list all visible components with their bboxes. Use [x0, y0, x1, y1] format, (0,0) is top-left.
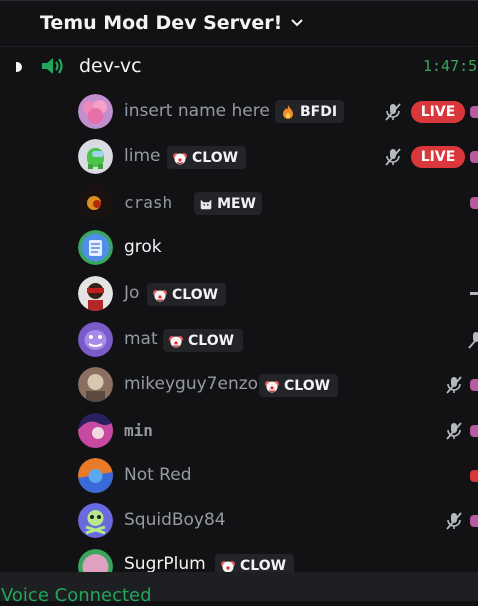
- tag-label: MEW: [217, 195, 256, 212]
- server-header[interactable]: Temu Mod Dev Server!: [0, 0, 478, 46]
- user-name: SquidBoy84: [124, 510, 226, 530]
- cut-off-icon: [470, 470, 478, 482]
- user-tag: MEW: [194, 192, 262, 215]
- cat-icon: [200, 199, 212, 209]
- voice-user[interactable]: mikeyguy7enzo CLOW: [0, 365, 478, 405]
- user-name: mat: [124, 329, 158, 349]
- voice-timer: 1:47:5: [423, 57, 478, 75]
- tag-label: BFDI: [300, 103, 338, 120]
- muted-mic-icon: [385, 103, 401, 121]
- voice-user[interactable]: SugrPlum CLOW: [0, 547, 478, 572]
- cut-off-icon: [470, 292, 478, 295]
- unread-indicator: [16, 62, 22, 72]
- voice-user[interactable]: insert name here BFDI LIVE: [0, 92, 478, 132]
- voice-user[interactable]: mat CLOW: [0, 320, 478, 360]
- cut-off-icon: [470, 425, 478, 437]
- voice-user[interactable]: grok: [0, 228, 478, 268]
- user-tag: CLOW: [147, 283, 226, 306]
- muted-mic-icon: [468, 332, 478, 349]
- clown-icon: [169, 335, 183, 347]
- cut-off-icon: [470, 197, 478, 209]
- user-name: crash: [124, 193, 173, 212]
- avatar: [78, 139, 113, 174]
- cut-off-icon: [470, 106, 478, 118]
- avatar: [78, 322, 113, 357]
- tag-label: CLOW: [172, 286, 219, 303]
- user-name: Not Red: [124, 465, 192, 485]
- avatar: [78, 94, 113, 129]
- user-name: Jo: [124, 283, 140, 303]
- avatar: [78, 549, 113, 572]
- user-name: insert name here: [124, 101, 270, 121]
- header-divider: [0, 46, 478, 47]
- user-name: lime: [124, 146, 161, 166]
- avatar: [78, 413, 113, 448]
- avatar: [78, 367, 113, 402]
- chevron-down-icon[interactable]: [290, 16, 304, 30]
- clown-icon: [173, 152, 187, 164]
- muted-mic-icon: [446, 422, 462, 440]
- cut-off-icon: [470, 379, 478, 391]
- avatar: [78, 230, 113, 265]
- cut-off-icon: [470, 151, 478, 163]
- user-name: min: [124, 421, 153, 440]
- tag-label: CLOW: [188, 332, 235, 349]
- server-name[interactable]: Temu Mod Dev Server!: [40, 12, 282, 34]
- live-badge: LIVE: [411, 101, 465, 123]
- avatar: [78, 276, 113, 311]
- speaker-icon: [42, 58, 63, 74]
- clown-icon: [221, 560, 235, 572]
- user-tag: CLOW: [167, 146, 246, 169]
- voice-connected-label[interactable]: Voice Connected: [1, 585, 152, 606]
- fire-icon: [283, 104, 293, 119]
- clown-icon: [153, 289, 167, 301]
- user-tag: BFDI: [275, 100, 344, 123]
- live-badge: LIVE: [411, 146, 465, 168]
- voice-user[interactable]: Jo CLOW: [0, 274, 478, 314]
- clown-icon: [265, 380, 279, 392]
- muted-mic-icon: [446, 376, 462, 394]
- user-name: mikeyguy7enzo: [124, 374, 259, 394]
- muted-mic-icon: [385, 148, 401, 166]
- voice-user[interactable]: min: [0, 411, 478, 451]
- user-name: SugrPlum: [124, 554, 206, 572]
- muted-mic-icon: [446, 512, 462, 530]
- user-tag: CLOW: [215, 554, 294, 572]
- user-tag: CLOW: [163, 329, 243, 352]
- tag-label: CLOW: [192, 149, 239, 166]
- voice-user[interactable]: SquidBoy84: [0, 501, 478, 541]
- tag-label: CLOW: [284, 377, 331, 394]
- user-name: grok: [124, 237, 162, 257]
- avatar: [78, 185, 113, 220]
- tag-label: CLOW: [240, 557, 287, 573]
- channel-name[interactable]: dev-vc: [79, 55, 142, 77]
- voice-user[interactable]: lime CLOW LIVE: [0, 137, 478, 177]
- avatar: [78, 458, 113, 493]
- voice-user[interactable]: crash MEW: [0, 183, 478, 223]
- voice-channel-row[interactable]: [0, 50, 478, 84]
- user-tag: CLOW: [259, 374, 338, 397]
- avatar: [78, 503, 113, 538]
- voice-user[interactable]: Not Red: [0, 456, 478, 496]
- cut-off-icon: [470, 515, 478, 527]
